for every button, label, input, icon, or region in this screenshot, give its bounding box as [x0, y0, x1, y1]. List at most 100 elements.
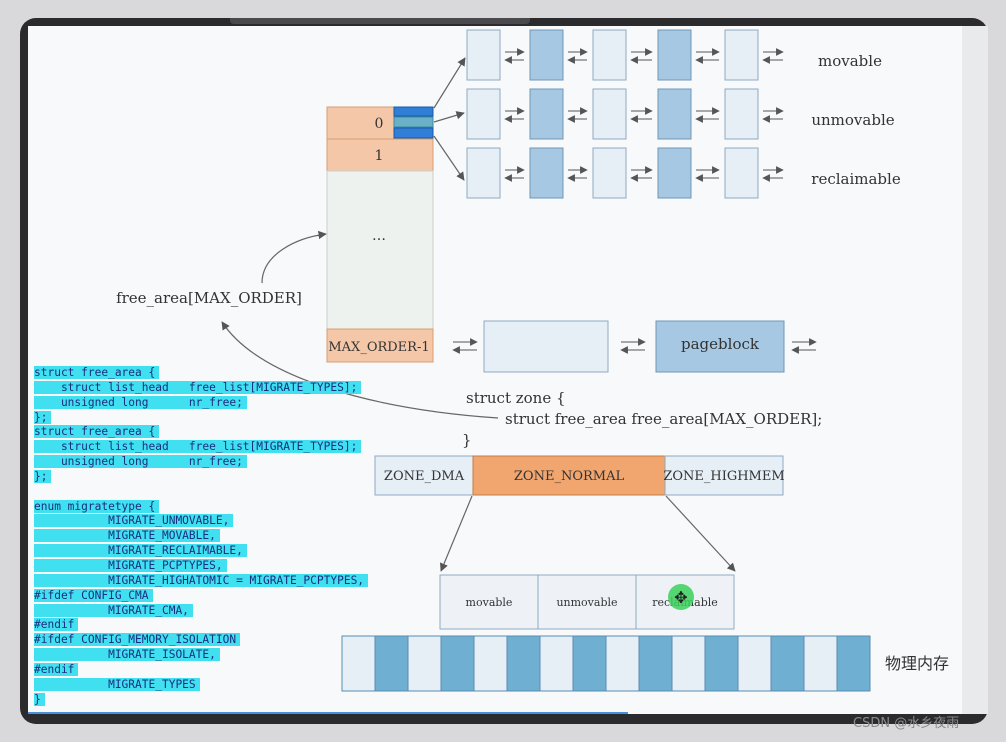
- list-page-1-0: [466, 88, 501, 140]
- memory-cell: [374, 635, 409, 692]
- code-line-text: #endif: [34, 662, 79, 676]
- code-line-text: MIGRATE_MOVABLE,: [34, 529, 220, 543]
- list-page-1-1: [529, 88, 564, 140]
- code-line-text: struct free_area {: [34, 366, 160, 379]
- code-line-text: MIGRATE_ISOLATE,: [34, 648, 220, 662]
- zone-highmem-label: ZONE_HIGHMEM: [663, 469, 784, 484]
- memory-cell: [539, 635, 574, 692]
- code-line-text: };: [34, 410, 52, 424]
- free-area-label: free_area[MAX_ORDER]: [116, 289, 302, 307]
- code-line-text: MIGRATE_UNMOVABLE,: [34, 514, 234, 528]
- memory-cell: [836, 635, 871, 692]
- code-line-text: MIGRATE_RECLAIMABLE,: [34, 544, 247, 558]
- zone-dma-label: ZONE_DMA: [384, 469, 465, 484]
- list-page-0-3: [657, 29, 692, 81]
- struct-zone-close: }: [462, 431, 472, 449]
- list-page-1-2: [592, 88, 627, 140]
- order-middle-cell: [326, 170, 434, 330]
- order-0-fanout: [433, 57, 466, 181]
- code-line-text: struct list_head free_list[MIGRATE_TYPES…: [34, 380, 362, 394]
- max-order-page: [483, 320, 609, 373]
- code-line: unsigned long nr_free;: [34, 395, 368, 411]
- struct-zone-field: struct free_area free_area[MAX_ORDER];: [505, 410, 822, 428]
- code-line: struct list_head free_list[MIGRATE_TYPES…: [34, 440, 368, 455]
- order-0-slot-b: [393, 116, 434, 128]
- free-area-column: 0 1 … MAX_ORDER-1: [326, 106, 434, 363]
- order-max-label: MAX_ORDER-1: [328, 340, 429, 355]
- migrate-box-unmovable-label: unmovable: [556, 596, 617, 609]
- zone-arrow-right: [665, 495, 736, 572]
- memory-cell: [704, 635, 739, 692]
- migrate-box-movable-label: movable: [466, 596, 513, 609]
- code-line: enum migratetype {: [34, 499, 368, 515]
- list-page-2-4: [724, 147, 759, 199]
- code-line-text: unsigned long nr_free;: [34, 455, 247, 469]
- code-line: #ifdef CONFIG_CMA: [34, 588, 368, 604]
- code-line: MIGRATE_PCPTYPES,: [34, 558, 368, 574]
- list-page-2-1: [529, 147, 564, 199]
- code-line-text: enum migratetype {: [34, 499, 160, 513]
- code-line: MIGRATE_RECLAIMABLE,: [34, 544, 368, 559]
- code-line-text: MIGRATE_CMA,: [34, 603, 193, 617]
- code-line: };: [34, 469, 368, 485]
- code-line: MIGRATE_MOVABLE,: [34, 529, 368, 544]
- memory-cell: [803, 635, 838, 692]
- code-line: struct list_head free_list[MIGRATE_TYPES…: [34, 380, 368, 396]
- memory-cell: [638, 635, 673, 692]
- code-line-text: struct free_area {: [34, 425, 160, 439]
- zone-normal-label: ZONE_NORMAL: [514, 469, 625, 484]
- code-line-text: MIGRATE_PCPTYPES,: [34, 558, 227, 572]
- code-line: MIGRATE_HIGHATOMIC = MIGRATE_PCPTYPES,: [34, 573, 369, 589]
- code-listing: struct free_area { struct list_head free…: [34, 366, 369, 707]
- code-line: #endif: [34, 618, 368, 633]
- migrate-lists: [466, 29, 784, 199]
- code-line-text: unsigned long nr_free;: [34, 395, 247, 409]
- physical-memory-strip: [341, 635, 871, 692]
- move-cursor-icon: ✥: [674, 588, 687, 607]
- watermark: CSDN @水乡夜雨: [853, 716, 960, 731]
- struct-zone-open: struct zone {: [466, 389, 566, 407]
- max-order-list: pageblock: [452, 320, 817, 373]
- order-0-slot-c: [393, 127, 434, 139]
- list-page-1-3: [657, 88, 692, 140]
- row-label-unmovable: unmovable: [811, 111, 894, 129]
- list-page-1-4: [724, 88, 759, 140]
- physical-memory-label: 物理内存: [885, 654, 949, 673]
- free-area-curve-up: [261, 230, 327, 284]
- code-line: };: [34, 410, 368, 426]
- code-line-text: MIGRATE_HIGHATOMIC = MIGRATE_PCPTYPES,: [34, 573, 369, 587]
- memory-cell: [440, 635, 475, 692]
- memory-cell: [770, 635, 805, 692]
- memory-cell: [407, 635, 442, 692]
- code-line-text: #ifdef CONFIG_MEMORY_ISOLATION: [34, 633, 241, 647]
- memory-cell: [605, 635, 640, 692]
- zone-arrow-left: [440, 495, 473, 572]
- code-line-text: #ifdef CONFIG_CMA: [34, 588, 153, 602]
- memory-cell: [671, 635, 706, 692]
- pageblock-label: pageblock: [681, 335, 760, 353]
- list-page-0-2: [592, 29, 627, 81]
- list-page-0-0: [466, 29, 501, 81]
- order-0-label: 0: [375, 116, 384, 132]
- list-page-0-1: [529, 29, 564, 81]
- code-line: MIGRATE_TYPES: [34, 677, 368, 693]
- row-label-reclaimable: reclaimable: [811, 170, 901, 188]
- code-line-text: struct list_head free_list[MIGRATE_TYPES…: [34, 440, 362, 454]
- list-page-2-2: [592, 147, 627, 199]
- playback-progress: [28, 712, 628, 714]
- memory-cell: [473, 635, 508, 692]
- list-page-2-0: [466, 147, 501, 199]
- code-line-text: MIGRATE_TYPES: [34, 677, 200, 691]
- code-line: struct free_area {: [34, 425, 368, 440]
- code-line: MIGRATE_CMA,: [34, 603, 368, 619]
- code-line: #endif: [34, 662, 368, 678]
- order-ellipsis-label: …: [372, 228, 386, 244]
- code-line: MIGRATE_ISOLATE,: [34, 648, 368, 663]
- memory-cell: [572, 635, 607, 692]
- code-line: unsigned long nr_free;: [34, 455, 368, 470]
- zone-bar: ZONE_DMA ZONE_NORMAL ZONE_HIGHMEM: [374, 455, 785, 496]
- code-line: MIGRATE_UNMOVABLE,: [34, 514, 368, 529]
- code-line-text: };: [34, 469, 52, 483]
- code-line: struct free_area {: [34, 366, 368, 381]
